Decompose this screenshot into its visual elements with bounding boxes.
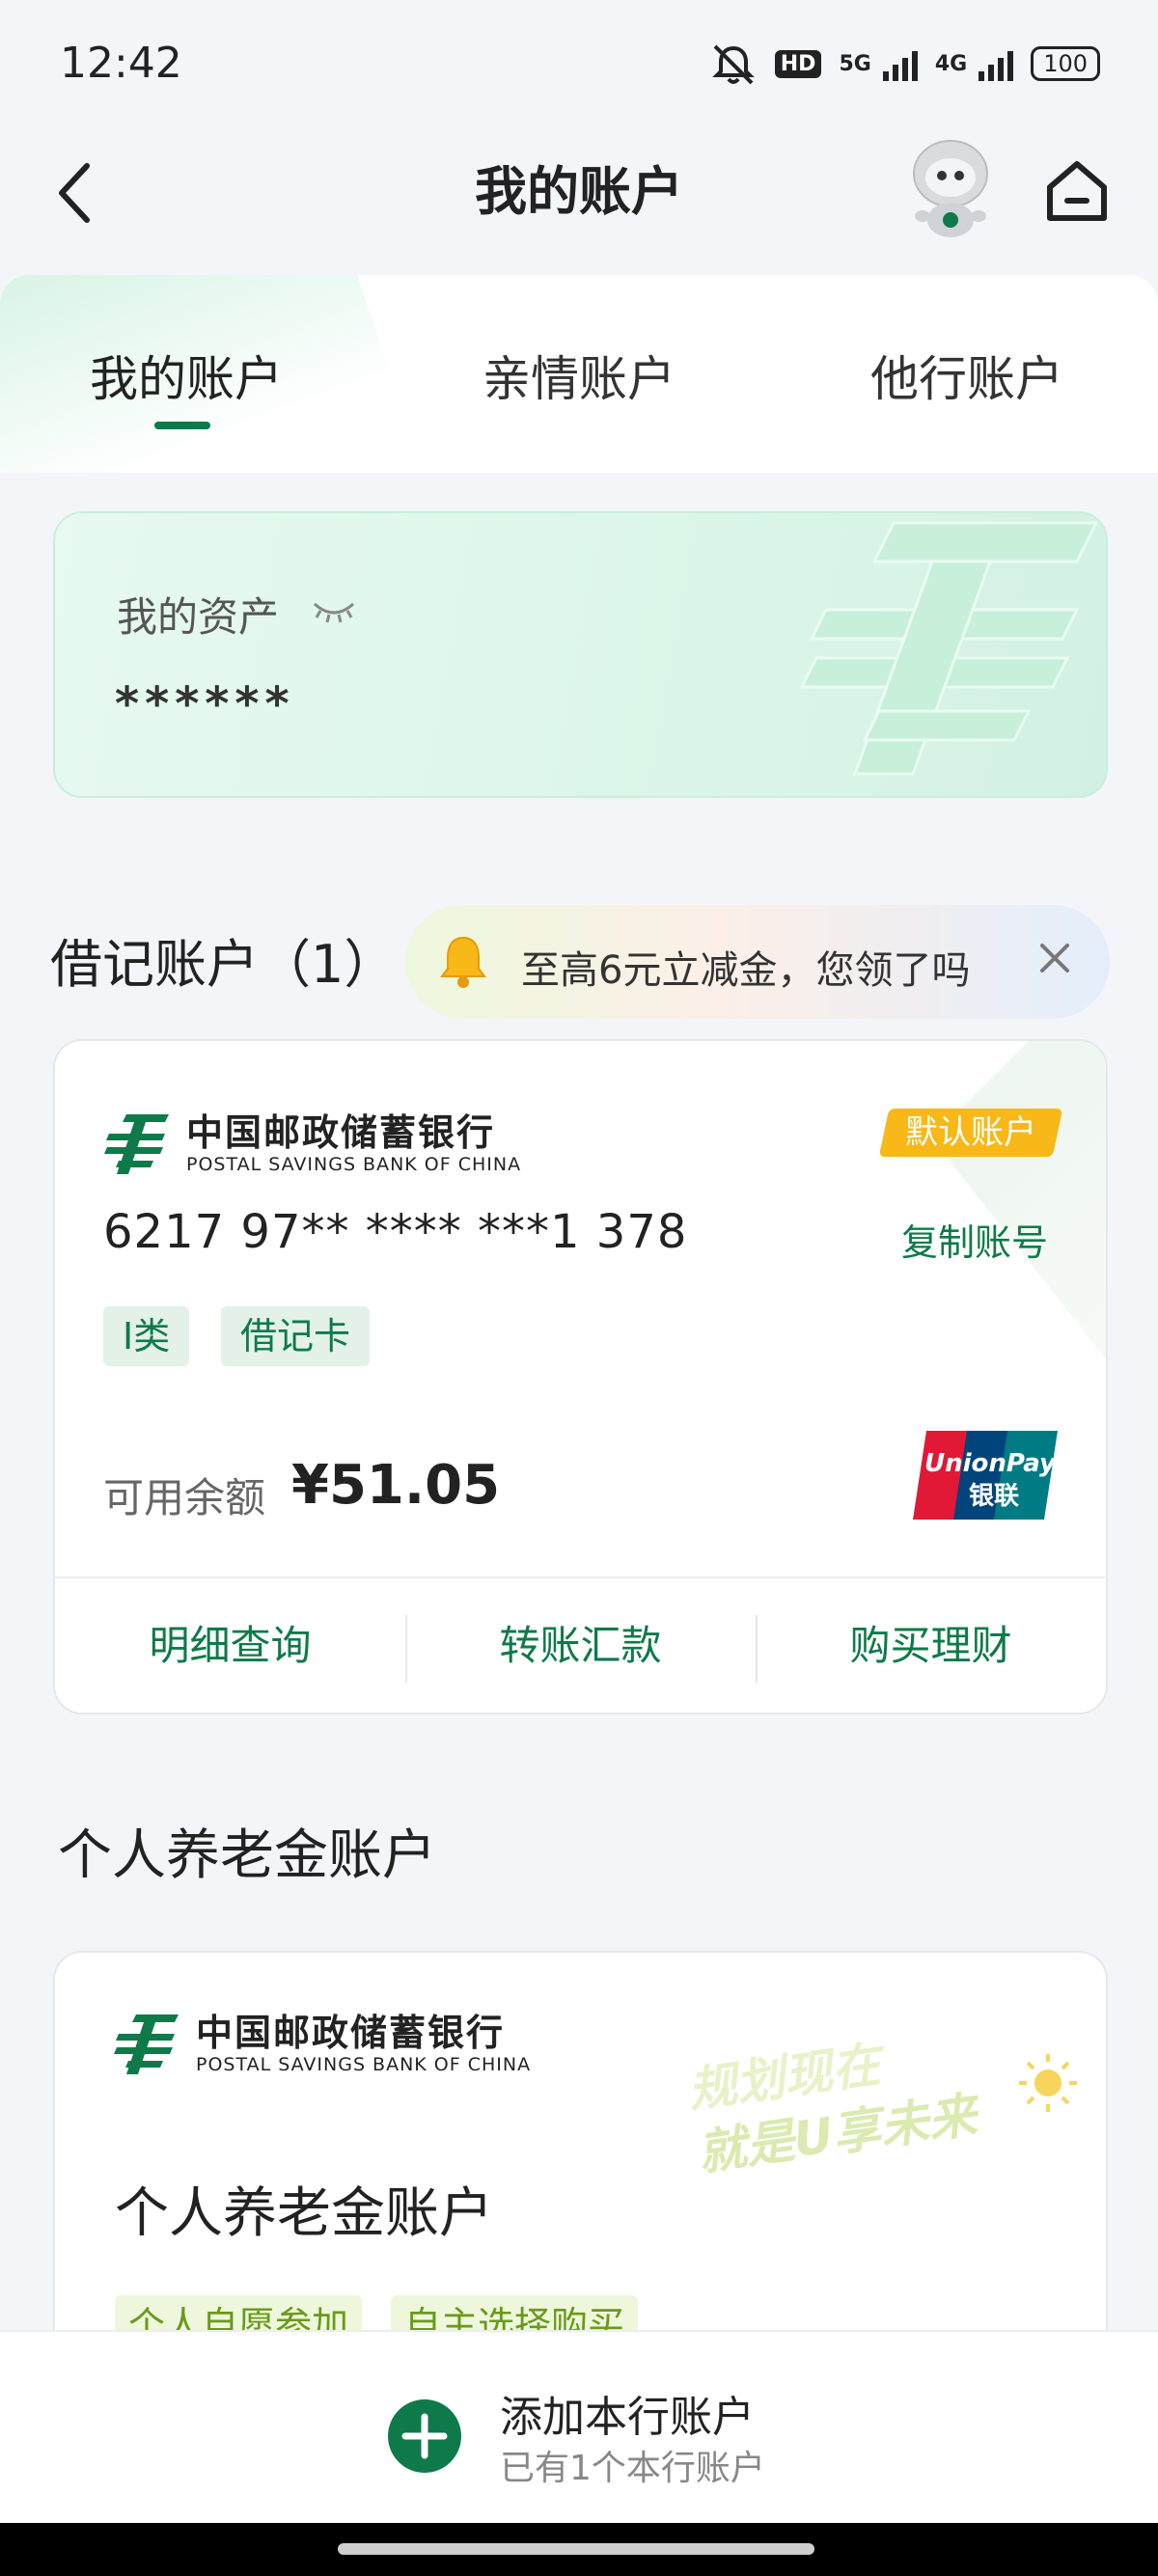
tag-class-1: I类	[103, 1306, 190, 1366]
mute-icon	[711, 44, 755, 85]
bell-icon	[440, 936, 486, 988]
tab-family-accounts[interactable]: 亲情账户	[482, 341, 676, 410]
signal-icon	[882, 46, 918, 81]
tab-other-bank-accounts[interactable]: 他行账户	[870, 341, 1063, 410]
default-badge-label: 默认账户	[905, 1113, 1036, 1152]
details-query-button[interactable]: 明细查询	[55, 1578, 405, 1713]
eye-closed-icon[interactable]	[311, 596, 357, 625]
pension-slogan-graphic: 规划现在 就是U享未来	[685, 2040, 1077, 2181]
close-icon[interactable]	[1036, 940, 1073, 976]
account-tabs: 我的账户 亲情账户 他行账户	[0, 275, 1158, 473]
add-account-subtitle: 已有1个本行账户	[500, 2449, 765, 2488]
net-5g-label: 5G	[839, 51, 871, 76]
card-number: 6217 97** **** ***1 378	[103, 1205, 688, 1259]
net-4g-label: 4G	[934, 51, 968, 76]
tab-my-accounts[interactable]: 我的账户	[90, 341, 283, 410]
home-icon[interactable]	[1042, 156, 1112, 226]
debit-card[interactable]: 中国邮政储蓄银行 POSTAL SAVINGS BANK OF CHINA 默认…	[53, 1039, 1108, 1714]
buy-wealth-button[interactable]: 购买理财	[756, 1578, 1106, 1713]
assets-label: 我的资产	[117, 593, 280, 641]
debit-section-title: 借记账户（1）	[50, 934, 397, 995]
mascot-robot-icon[interactable]	[897, 135, 1004, 241]
promo-text: 至高6元立减金，您领了吗	[521, 948, 971, 993]
pension-bank-name-cn: 中国邮政储蓄银行	[196, 2012, 506, 2054]
clock: 12:42	[60, 39, 182, 88]
top-header: 我的账户	[0, 135, 1158, 260]
pension-bank-logo: 中国邮政储蓄银行 POSTAL SAVINGS BANK OF CHINA	[113, 2013, 531, 2076]
pension-section-title: 个人养老金账户	[58, 1824, 436, 1887]
postal-logo-watermark	[799, 521, 1099, 776]
psbc-logo-icon	[104, 1114, 169, 1174]
add-account-title[interactable]: 添加本行账户	[500, 2382, 755, 2444]
psbc-logo-icon-2	[114, 2014, 179, 2074]
bank-name-en: POSTAL SAVINGS BANK OF CHINA	[186, 1154, 522, 1175]
bank-logo: 中国邮政储蓄银行 POSTAL SAVINGS BANK OF CHINA	[103, 1110, 521, 1178]
active-tab-indicator	[154, 422, 210, 429]
assets-value: ******	[115, 677, 295, 731]
default-account-badge: 默认账户	[878, 1109, 1063, 1157]
tag-debit-card: 借记卡	[221, 1306, 371, 1366]
svg-text:银联: 银联	[969, 1482, 1019, 1511]
transfer-button[interactable]: 转账汇款	[405, 1578, 756, 1713]
balance-label: 可用余额	[103, 1474, 266, 1521]
battery-icon: 100	[1031, 46, 1100, 81]
pension-account-name: 个人养老金账户	[115, 2182, 493, 2245]
add-account-bar[interactable]: 添加本行账户 已有1个本行账户	[0, 2330, 1158, 2523]
pension-bank-name-en: POSTAL SAVINGS BANK OF CHINA	[196, 2054, 532, 2075]
bank-name-cn: 中国邮政储蓄银行	[186, 1111, 496, 1154]
card-actions: 明细查询 转账汇款 购买理财	[55, 1576, 1106, 1713]
card-decoration	[855, 1041, 1106, 1359]
hd-icon: HD	[774, 49, 822, 78]
signal-icon-2	[979, 46, 1014, 81]
unionpay-logo-icon: UnionPay 银联	[913, 1431, 1058, 1520]
svg-text:UnionPay: UnionPay	[924, 1449, 1057, 1478]
status-icons: HD 5G 4G 100	[709, 42, 1100, 85]
status-bar: 12:42 HD 5G 4G 100	[0, 0, 1158, 135]
copy-account-button[interactable]: 复制账号	[901, 1213, 1048, 1266]
promo-banner[interactable]: 至高6元立减金，您领了吗	[405, 905, 1110, 1019]
plus-circle-icon[interactable]	[386, 2398, 463, 2475]
assets-card: 我的资产 ******	[53, 511, 1108, 798]
home-indicator[interactable]	[338, 2543, 814, 2555]
balance-value: ¥51.05	[291, 1454, 501, 1517]
